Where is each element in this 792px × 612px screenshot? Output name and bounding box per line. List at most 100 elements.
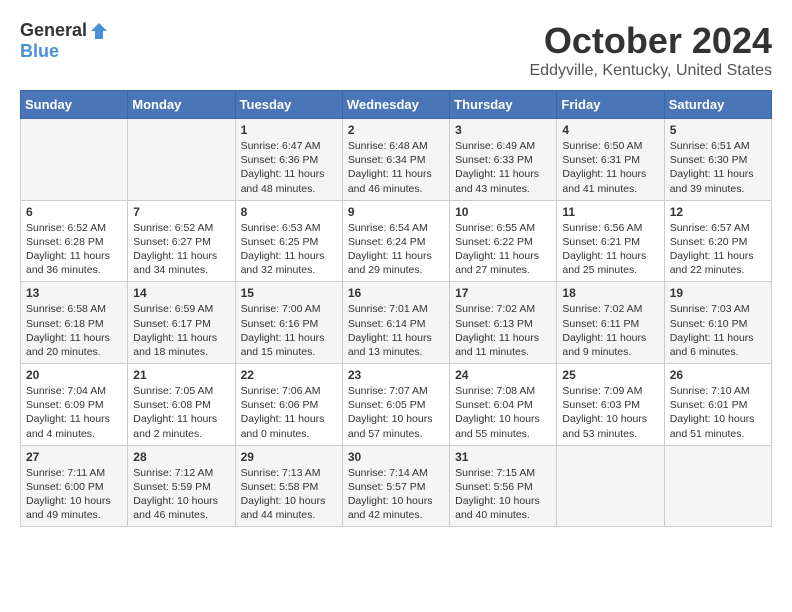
calendar-day-cell: 27Sunrise: 7:11 AMSunset: 6:00 PMDayligh… <box>21 445 128 527</box>
day-number: 10 <box>455 205 551 219</box>
calendar-day-cell: 19Sunrise: 7:03 AMSunset: 6:10 PMDayligh… <box>664 282 771 364</box>
day-info: Sunrise: 6:59 AM <box>133 302 229 316</box>
day-info: Sunset: 6:18 PM <box>26 317 122 331</box>
day-info: Daylight: 11 hours and 4 minutes. <box>26 412 122 440</box>
calendar-table: SundayMondayTuesdayWednesdayThursdayFrid… <box>20 90 772 527</box>
calendar-day-cell: 29Sunrise: 7:13 AMSunset: 5:58 PMDayligh… <box>235 445 342 527</box>
day-info: Sunrise: 7:14 AM <box>348 466 444 480</box>
day-info: Sunrise: 7:02 AM <box>455 302 551 316</box>
day-info: Daylight: 11 hours and 15 minutes. <box>241 331 337 359</box>
day-number: 1 <box>241 123 337 137</box>
day-number: 29 <box>241 450 337 464</box>
calendar-day-cell: 15Sunrise: 7:00 AMSunset: 6:16 PMDayligh… <box>235 282 342 364</box>
weekday-header: Sunday <box>21 91 128 119</box>
day-info: Sunrise: 6:57 AM <box>670 221 766 235</box>
day-info: Sunrise: 6:54 AM <box>348 221 444 235</box>
day-info: Sunset: 5:57 PM <box>348 480 444 494</box>
logo-general-text: General <box>20 20 87 41</box>
calendar-day-cell: 25Sunrise: 7:09 AMSunset: 6:03 PMDayligh… <box>557 364 664 446</box>
day-info: Daylight: 10 hours and 55 minutes. <box>455 412 551 440</box>
calendar-day-cell: 4Sunrise: 6:50 AMSunset: 6:31 PMDaylight… <box>557 119 664 201</box>
weekday-header: Monday <box>128 91 235 119</box>
day-info: Sunrise: 7:07 AM <box>348 384 444 398</box>
day-info: Daylight: 11 hours and 36 minutes. <box>26 249 122 277</box>
day-info: Sunset: 6:36 PM <box>241 153 337 167</box>
day-number: 26 <box>670 368 766 382</box>
calendar-day-cell <box>557 445 664 527</box>
day-info: Daylight: 10 hours and 44 minutes. <box>241 494 337 522</box>
day-info: Daylight: 10 hours and 40 minutes. <box>455 494 551 522</box>
day-number: 7 <box>133 205 229 219</box>
day-info: Sunset: 6:05 PM <box>348 398 444 412</box>
logo: General Blue <box>20 20 109 62</box>
day-info: Sunset: 6:04 PM <box>455 398 551 412</box>
day-info: Sunset: 6:16 PM <box>241 317 337 331</box>
day-number: 23 <box>348 368 444 382</box>
day-info: Sunset: 6:09 PM <box>26 398 122 412</box>
day-info: Sunset: 6:25 PM <box>241 235 337 249</box>
day-info: Daylight: 11 hours and 41 minutes. <box>562 167 658 195</box>
day-number: 5 <box>670 123 766 137</box>
day-info: Sunset: 6:20 PM <box>670 235 766 249</box>
day-info: Sunset: 6:17 PM <box>133 317 229 331</box>
day-info: Daylight: 11 hours and 13 minutes. <box>348 331 444 359</box>
day-info: Sunrise: 6:51 AM <box>670 139 766 153</box>
day-info: Sunrise: 6:58 AM <box>26 302 122 316</box>
day-info: Sunset: 6:27 PM <box>133 235 229 249</box>
day-info: Sunrise: 7:15 AM <box>455 466 551 480</box>
day-info: Sunset: 6:30 PM <box>670 153 766 167</box>
day-info: Sunrise: 7:05 AM <box>133 384 229 398</box>
day-info: Sunrise: 7:10 AM <box>670 384 766 398</box>
calendar-day-cell: 13Sunrise: 6:58 AMSunset: 6:18 PMDayligh… <box>21 282 128 364</box>
calendar-day-cell: 28Sunrise: 7:12 AMSunset: 5:59 PMDayligh… <box>128 445 235 527</box>
calendar-day-cell: 20Sunrise: 7:04 AMSunset: 6:09 PMDayligh… <box>21 364 128 446</box>
day-number: 21 <box>133 368 229 382</box>
day-info: Sunset: 6:11 PM <box>562 317 658 331</box>
day-info: Daylight: 11 hours and 46 minutes. <box>348 167 444 195</box>
day-info: Sunset: 6:24 PM <box>348 235 444 249</box>
day-info: Daylight: 11 hours and 22 minutes. <box>670 249 766 277</box>
weekday-header: Friday <box>557 91 664 119</box>
day-number: 19 <box>670 286 766 300</box>
day-info: Daylight: 10 hours and 46 minutes. <box>133 494 229 522</box>
day-number: 9 <box>348 205 444 219</box>
day-info: Sunrise: 6:56 AM <box>562 221 658 235</box>
header: General Blue October 2024 Eddyville, Ken… <box>20 20 772 80</box>
calendar-day-cell: 23Sunrise: 7:07 AMSunset: 6:05 PMDayligh… <box>342 364 449 446</box>
day-info: Daylight: 10 hours and 53 minutes. <box>562 412 658 440</box>
day-number: 18 <box>562 286 658 300</box>
day-info: Sunset: 6:13 PM <box>455 317 551 331</box>
day-number: 11 <box>562 205 658 219</box>
day-info: Sunset: 6:21 PM <box>562 235 658 249</box>
logo-icon <box>89 21 109 41</box>
day-info: Sunset: 6:08 PM <box>133 398 229 412</box>
day-number: 3 <box>455 123 551 137</box>
day-info: Sunrise: 7:08 AM <box>455 384 551 398</box>
day-number: 16 <box>348 286 444 300</box>
day-number: 17 <box>455 286 551 300</box>
calendar-day-cell: 22Sunrise: 7:06 AMSunset: 6:06 PMDayligh… <box>235 364 342 446</box>
day-info: Sunrise: 7:11 AM <box>26 466 122 480</box>
day-info: Sunrise: 6:52 AM <box>133 221 229 235</box>
day-info: Daylight: 11 hours and 0 minutes. <box>241 412 337 440</box>
day-number: 30 <box>348 450 444 464</box>
day-info: Sunset: 6:31 PM <box>562 153 658 167</box>
day-info: Daylight: 11 hours and 27 minutes. <box>455 249 551 277</box>
day-number: 31 <box>455 450 551 464</box>
day-number: 25 <box>562 368 658 382</box>
day-info: Daylight: 10 hours and 49 minutes. <box>26 494 122 522</box>
day-info: Daylight: 10 hours and 42 minutes. <box>348 494 444 522</box>
day-info: Daylight: 11 hours and 43 minutes. <box>455 167 551 195</box>
day-number: 8 <box>241 205 337 219</box>
calendar-week-row: 20Sunrise: 7:04 AMSunset: 6:09 PMDayligh… <box>21 364 772 446</box>
weekday-row: SundayMondayTuesdayWednesdayThursdayFrid… <box>21 91 772 119</box>
day-number: 24 <box>455 368 551 382</box>
day-info: Sunrise: 6:53 AM <box>241 221 337 235</box>
day-info: Daylight: 11 hours and 29 minutes. <box>348 249 444 277</box>
day-number: 12 <box>670 205 766 219</box>
calendar-body: 1Sunrise: 6:47 AMSunset: 6:36 PMDaylight… <box>21 119 772 527</box>
calendar-day-cell: 5Sunrise: 6:51 AMSunset: 6:30 PMDaylight… <box>664 119 771 201</box>
calendar-day-cell: 14Sunrise: 6:59 AMSunset: 6:17 PMDayligh… <box>128 282 235 364</box>
calendar-day-cell: 30 Sunrise: 7:14 AMSunset: 5:57 PMDayligh… <box>342 445 449 527</box>
day-number: 20 <box>26 368 122 382</box>
